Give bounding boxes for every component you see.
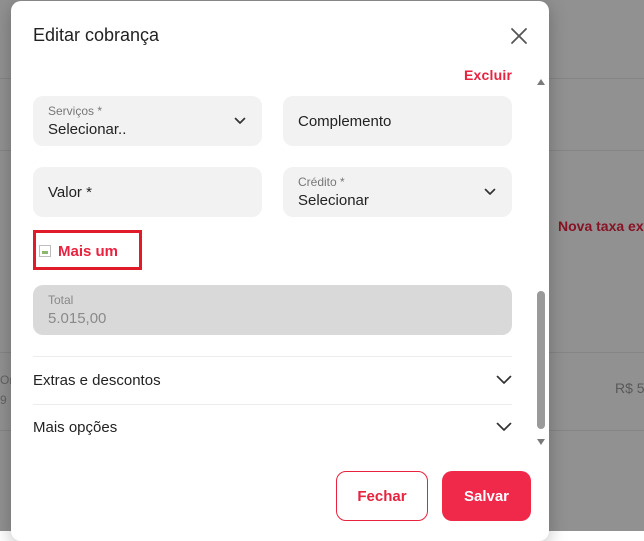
total-value: 5.015,00 bbox=[48, 310, 107, 327]
section-divider bbox=[33, 356, 512, 357]
add-another-button[interactable]: Mais um bbox=[33, 230, 142, 270]
close-icon[interactable] bbox=[508, 25, 530, 47]
value-input[interactable]: Valor * bbox=[33, 167, 262, 217]
services-value: Selecionar.. bbox=[48, 121, 127, 138]
delete-link[interactable]: Excluir bbox=[464, 67, 512, 83]
accordion-label: Extras e descontos bbox=[33, 372, 161, 389]
scroll-up-arrow-icon[interactable] bbox=[537, 79, 545, 85]
accordion-label: Mais opções bbox=[33, 419, 118, 436]
credit-select[interactable]: Crédito * Selecionar bbox=[283, 167, 512, 217]
scrollbar-thumb[interactable] bbox=[537, 291, 545, 429]
complement-placeholder: Complemento bbox=[298, 112, 392, 130]
credit-label: Crédito * bbox=[298, 175, 345, 189]
value-placeholder: Valor * bbox=[48, 183, 92, 201]
total-label: Total bbox=[48, 293, 74, 307]
scroll-down-arrow-icon[interactable] bbox=[537, 439, 545, 445]
section-divider bbox=[33, 404, 512, 405]
modal-scrollbar[interactable] bbox=[534, 79, 548, 445]
extras-discounts-accordion[interactable]: Extras e descontos bbox=[33, 359, 512, 403]
chevron-down-icon bbox=[496, 422, 512, 431]
broken-image-icon bbox=[39, 245, 51, 257]
chevron-down-icon bbox=[484, 188, 496, 195]
services-select[interactable]: Serviços * Selecionar.. bbox=[33, 96, 262, 146]
add-another-label: Mais um bbox=[58, 243, 119, 260]
modal-title: Editar cobrança bbox=[33, 25, 160, 45]
save-button[interactable]: Salvar bbox=[442, 471, 531, 521]
close-button[interactable]: Fechar bbox=[336, 471, 428, 521]
credit-value: Selecionar bbox=[298, 192, 369, 209]
chevron-down-icon bbox=[496, 375, 512, 384]
edit-charge-modal: Editar cobrança Excluir Serviços * Selec… bbox=[11, 1, 549, 541]
chevron-down-icon bbox=[234, 117, 246, 124]
complement-input[interactable]: Complemento bbox=[283, 96, 512, 146]
more-options-accordion[interactable]: Mais opções bbox=[33, 406, 512, 450]
total-field: Total 5.015,00 bbox=[33, 285, 512, 335]
services-label: Serviços * bbox=[48, 104, 103, 118]
